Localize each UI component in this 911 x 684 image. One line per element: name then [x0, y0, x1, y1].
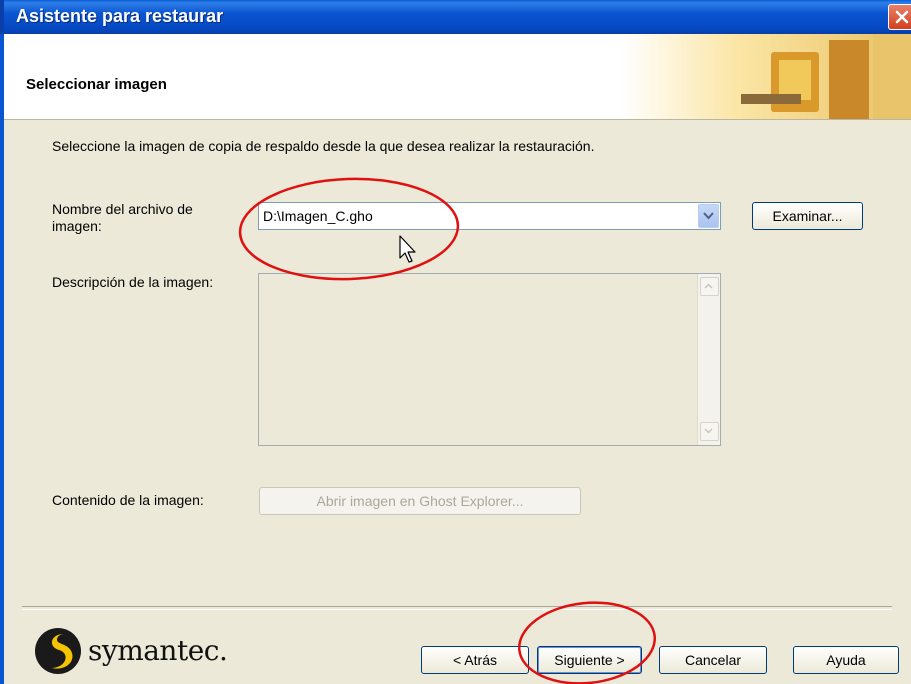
cancel-button[interactable]: Cancelar — [659, 646, 767, 674]
symantec-logo-icon — [34, 627, 82, 680]
help-button[interactable]: Ayuda — [793, 646, 899, 674]
instruction-text: Seleccione la imagen de copia de respald… — [52, 138, 595, 154]
combobox-dropdown-button[interactable] — [698, 204, 719, 228]
image-file-label-line1: Nombre del archivo de — [52, 201, 193, 217]
header-illustration — [621, 34, 911, 119]
description-label: Descripción de la imagen: — [52, 274, 214, 290]
image-file-value[interactable]: D:\Imagen_C.gho — [263, 208, 373, 224]
footer-separator — [22, 606, 892, 610]
window-title: Asistente para restaurar — [16, 6, 224, 26]
title-bar[interactable]: Asistente para restaurar — [0, 0, 911, 34]
contents-label: Contenido de la imagen: — [52, 492, 204, 508]
scroll-down-button[interactable] — [700, 422, 719, 441]
mouse-cursor-icon — [399, 235, 416, 263]
image-file-label: Nombre del archivo de imagen: — [52, 201, 193, 235]
page-heading: Seleccionar imagen — [26, 76, 167, 93]
restore-wizard-window: Asistente para restaurar Seleccionar ima… — [0, 0, 911, 684]
image-file-label-line2: imagen: — [52, 218, 102, 234]
next-button[interactable]: Siguiente > — [537, 646, 642, 674]
window-frame — [0, 34, 4, 684]
back-button[interactable]: < Atrás — [421, 646, 529, 674]
description-scrollbar[interactable] — [697, 274, 720, 445]
image-description-box — [258, 273, 721, 446]
close-button[interactable] — [888, 4, 911, 30]
wizard-header: Seleccionar imagen — [4, 34, 911, 120]
image-file-combobox[interactable]: D:\Imagen_C.gho — [258, 202, 721, 230]
symantec-brand-text: symantec. — [88, 634, 228, 667]
open-ghost-explorer-button[interactable]: Abrir imagen en Ghost Explorer... — [259, 487, 581, 515]
browse-button[interactable]: Examinar... — [752, 202, 863, 230]
scroll-up-button[interactable] — [700, 277, 719, 296]
